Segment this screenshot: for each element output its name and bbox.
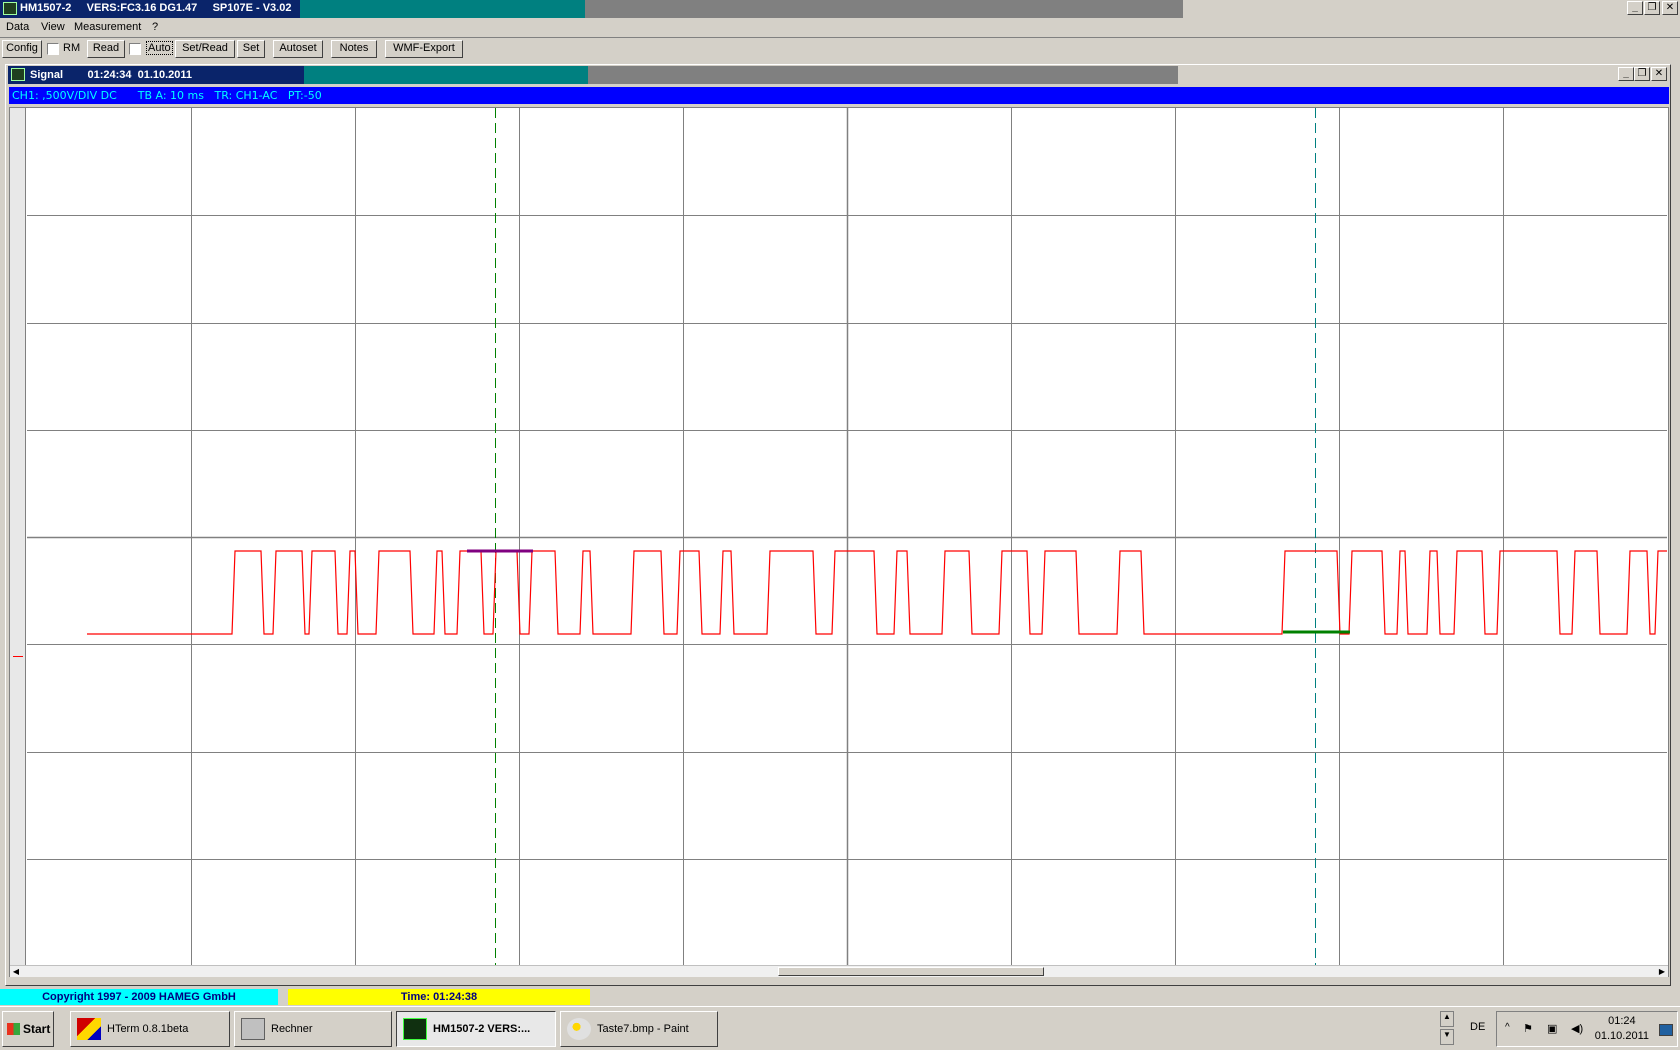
status-time: Time: 01:24:38 — [288, 989, 590, 1005]
signal-maximize-button[interactable]: ❐ — [1634, 67, 1650, 81]
task-rechner[interactable]: Rechner — [234, 1011, 392, 1047]
task-label: HM1507-2 VERS:... — [433, 1023, 531, 1035]
set-read-button[interactable]: Set/Read — [175, 40, 235, 58]
notes-button[interactable]: Notes — [331, 40, 377, 58]
autoset-button[interactable]: Autoset — [273, 40, 323, 58]
menu-help[interactable]: ? — [152, 21, 158, 33]
ground-level-ruler — [10, 108, 26, 966]
taskbar-scroll-up-icon[interactable]: ▲ — [1440, 1011, 1454, 1027]
ground-level-marker[interactable] — [13, 656, 23, 657]
task-paint[interactable]: Taste7.bmp - Paint — [560, 1011, 718, 1047]
signal-close-button[interactable]: ✕ — [1651, 67, 1667, 81]
horizontal-scrollbar[interactable]: ◀ ▶ — [10, 965, 1668, 977]
volume-icon[interactable]: ◀) — [1571, 1022, 1583, 1035]
signal-scope-icon — [11, 68, 25, 81]
close-button[interactable]: ✕ — [1662, 1, 1678, 15]
scroll-left-icon[interactable]: ◀ — [10, 966, 22, 977]
read-button[interactable]: Read — [87, 40, 125, 58]
start-label: Start — [23, 1022, 51, 1036]
channel-settings-text: CH1: ,500V/DIV DC TB A: 10 ms TR: CH1-AC… — [12, 89, 322, 102]
task-label: HTerm 0.8.1beta — [107, 1023, 189, 1035]
paint-icon — [567, 1018, 591, 1040]
signal-window-title: Signal 01:24:34 01.10.2011 — [30, 69, 193, 81]
clock-date: 01.10.2011 — [1594, 1030, 1649, 1042]
menu-measurement[interactable]: Measurement — [74, 21, 141, 33]
menu-data[interactable]: Data — [6, 21, 29, 33]
main-title-bar: HM1507-2 VERS:FC3.16 DG1.47 SP107E - V3.… — [0, 0, 1680, 18]
hterm-icon — [77, 1018, 101, 1040]
scroll-right-icon[interactable]: ▶ — [1656, 966, 1668, 977]
status-bar: Copyright 1997 - 2009 HAMEG GmbH Time: 0… — [0, 988, 1680, 1006]
show-hidden-icons-icon[interactable]: ^ — [1505, 1022, 1510, 1033]
signal-minimize-button[interactable]: _ — [1618, 67, 1634, 81]
main-window-title: HM1507-2 VERS:FC3.16 DG1.47 SP107E - V3.… — [20, 2, 292, 14]
minimize-button[interactable]: _ — [1627, 1, 1643, 15]
show-desktop-icon[interactable] — [1659, 1024, 1673, 1036]
rm-label: RM — [63, 42, 81, 54]
scope-display: ◀ ▶ — [9, 107, 1669, 977]
scroll-thumb[interactable] — [778, 967, 1044, 976]
windows-logo-icon — [7, 1023, 20, 1035]
action-center-flag-icon[interactable]: ⚑ — [1523, 1022, 1533, 1035]
clock[interactable]: 01:24 01.10.2011 — [1595, 1014, 1649, 1044]
config-button[interactable]: Config — [2, 40, 42, 58]
auto-checkbox[interactable] — [129, 43, 141, 55]
ch1-signal-trace — [87, 550, 1667, 635]
channel-info-bar: CH1: ,500V/DIV DC TB A: 10 ms TR: CH1-AC… — [9, 87, 1669, 104]
taskbar: Start HTerm 0.8.1beta Rechner HM1507-2 V… — [0, 1006, 1680, 1050]
set-button[interactable]: Set — [237, 40, 265, 58]
toolbar: Config RM Read Auto Set/Read Set Autoset… — [0, 37, 1680, 59]
copyright-text: Copyright 1997 - 2009 HAMEG GmbH — [0, 989, 278, 1005]
taskbar-scroll-down-icon[interactable]: ▼ — [1440, 1029, 1454, 1045]
auto-label: Auto — [146, 41, 173, 55]
oscilloscope-screen[interactable] — [27, 108, 1667, 966]
calculator-icon — [241, 1018, 265, 1040]
oscilloscope-icon — [403, 1018, 427, 1040]
signal-window: Signal 01:24:34 01.10.2011 _ ❐ ✕ CH1: ,5… — [5, 64, 1671, 986]
clock-time: 01:24 — [1608, 1015, 1636, 1027]
rm-checkbox[interactable] — [47, 43, 59, 55]
network-icon[interactable]: ▣ — [1547, 1022, 1557, 1035]
system-tray: ^ ⚑ ▣ ◀) 01:24 01.10.2011 — [1496, 1011, 1678, 1047]
wmf-export-button[interactable]: WMF-Export — [385, 40, 463, 58]
language-indicator[interactable]: DE — [1470, 1021, 1485, 1033]
task-label: Rechner — [271, 1023, 313, 1035]
task-hm1507[interactable]: HM1507-2 VERS:... — [396, 1011, 556, 1047]
menu-bar: Data View Measurement ? — [0, 18, 1680, 37]
task-label: Taste7.bmp - Paint — [597, 1023, 689, 1035]
task-hterm[interactable]: HTerm 0.8.1beta — [70, 1011, 230, 1047]
signal-window-title-bar: Signal 01:24:34 01.10.2011 _ ❐ ✕ — [8, 66, 1668, 84]
start-button[interactable]: Start — [2, 1011, 54, 1047]
menu-view[interactable]: View — [41, 21, 65, 33]
app-scope-icon — [3, 2, 17, 15]
restore-button[interactable]: ❐ — [1644, 1, 1660, 15]
